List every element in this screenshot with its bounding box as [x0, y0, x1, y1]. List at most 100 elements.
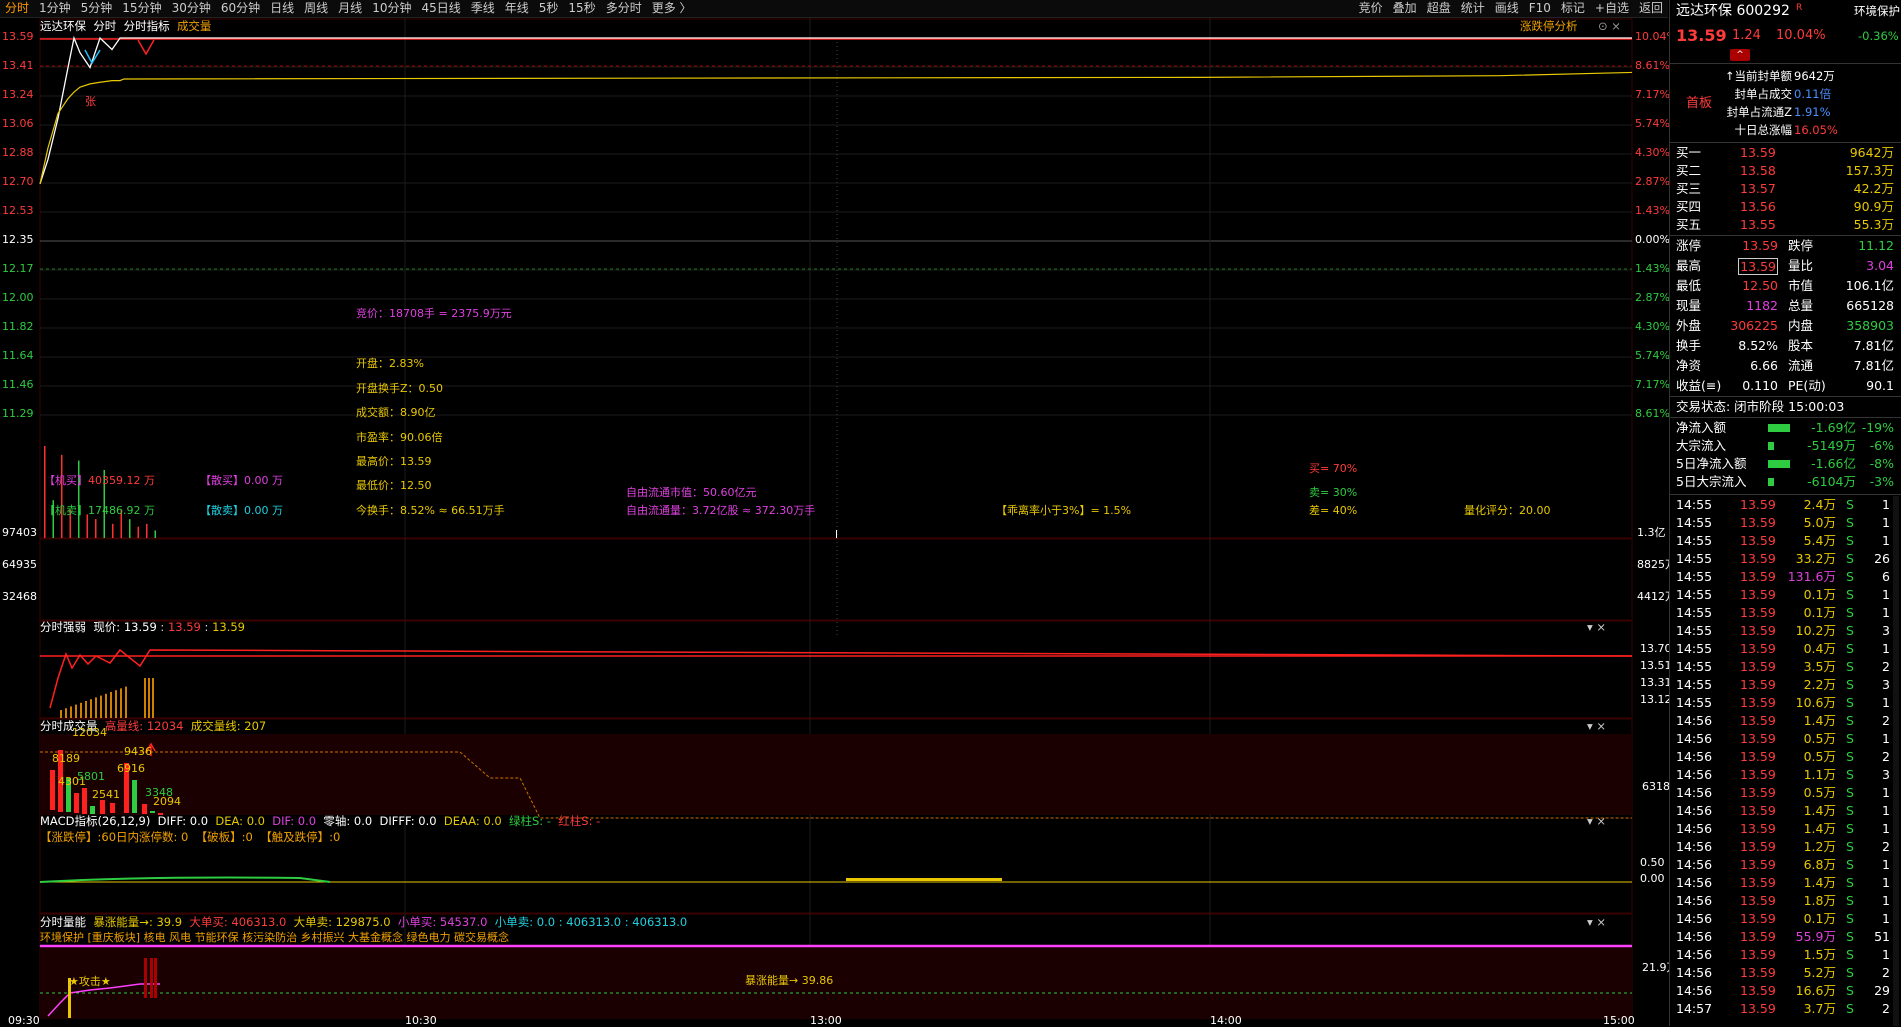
stat-row: 净资 6.66 流通 7.81亿 — [1676, 358, 1894, 373]
sector-name[interactable]: 环境保护 — [1854, 2, 1900, 20]
strength-bar — [60, 710, 62, 718]
volume-bar — [95, 519, 97, 538]
seal-row: 封单占成交 0.11倍 — [1734, 87, 1832, 101]
seal-row: 封单占流通Z 1.91% — [1726, 105, 1831, 119]
period-tab-15[interactable]: 多分时 — [601, 0, 647, 17]
panel-frame — [39, 18, 1633, 539]
panel-frame — [39, 620, 1633, 719]
stat-row: 现量 1182 总量 665128 — [1676, 298, 1894, 313]
volume-panel-bar — [158, 813, 163, 815]
tick-row: 14:56 13.59 1.5万 S 1 — [1676, 947, 1890, 962]
volume-bg — [40, 734, 1632, 814]
toolbar-action-8[interactable]: 返回 — [1634, 0, 1668, 17]
volume-bar — [44, 446, 46, 538]
volume-panel-bar — [110, 803, 115, 813]
bid-row[interactable]: 买四 13.56 90.9万 — [1670, 198, 1901, 216]
seal-row: ↑当前封单额 9642万 — [1724, 69, 1835, 83]
tick-scrollbar[interactable] — [1893, 496, 1899, 1026]
energy-marker — [68, 978, 71, 1018]
period-tab-4[interactable]: 30分钟 — [167, 0, 216, 17]
tick-row: 14:56 13.59 1.1万 S 3 — [1676, 767, 1890, 782]
volume-bar — [86, 514, 88, 538]
period-tab-6[interactable]: 日线 — [265, 0, 299, 17]
volume-panel-bar — [58, 750, 63, 812]
panel-frame — [39, 538, 1633, 621]
volume-panel-bar — [132, 780, 137, 813]
toolbar-right: 竞价 叠加 超盘 统计 画线 F10 标记 +自选 返回 — [1354, 0, 1668, 17]
period-tab-8[interactable]: 月线 — [333, 0, 367, 17]
strength-bar — [115, 690, 117, 718]
period-tab-5[interactable]: 60分钟 — [216, 0, 265, 17]
toolbar-action-6[interactable]: 标记 — [1556, 0, 1590, 17]
stat-row: 最高 13.59 量比 3.04 — [1676, 258, 1894, 275]
bid-row[interactable]: 买三 13.57 42.2万 — [1670, 180, 1901, 198]
flow-row: 5日净流入额 -1.66亿 -8% — [1676, 456, 1894, 471]
intraday-chart[interactable] — [0, 18, 1668, 1026]
strength-bar — [120, 688, 122, 718]
period-tab-3[interactable]: 15分钟 — [117, 0, 166, 17]
toolbar-action-3[interactable]: 统计 — [1456, 0, 1490, 17]
strength-bar — [95, 697, 97, 718]
volume-bar — [69, 509, 71, 538]
toolbar-action-4[interactable]: 画线 — [1490, 0, 1524, 17]
period-tab-14[interactable]: 15秒 — [563, 0, 600, 17]
price-line-segment — [137, 39, 155, 56]
tick-row: 14:56 13.59 1.8万 S 1 — [1676, 893, 1890, 908]
volume-bar — [120, 509, 122, 538]
tick-row: 14:55 13.59 10.2万 S 3 — [1676, 623, 1890, 638]
period-tab-12[interactable]: 年线 — [500, 0, 534, 17]
toolbar-action-1[interactable]: 叠加 — [1388, 0, 1422, 17]
seal-row: 十日总涨幅 16.05% — [1734, 123, 1838, 137]
flow-bar — [1768, 424, 1790, 432]
bid-row[interactable]: 买一 13.59 9642万 — [1670, 144, 1901, 162]
energy-bg — [40, 946, 1632, 1018]
period-tab-9[interactable]: 10分钟 — [367, 0, 416, 17]
period-tab-13[interactable]: 5秒 — [534, 0, 564, 17]
stat-row: 涨停 13.59 跌停 11.12 — [1676, 238, 1894, 253]
tick-row: 14:56 13.59 0.1万 S 1 — [1676, 911, 1890, 926]
tick-row: 14:56 13.59 0.5万 S 2 — [1676, 749, 1890, 764]
period-tab-0[interactable]: 分时 — [0, 0, 34, 17]
tick-row: 14:56 13.59 1.4万 S 1 — [1676, 821, 1890, 836]
toolbar-action-7[interactable]: +自选 — [1590, 0, 1634, 17]
period-tab-1[interactable]: 1分钟 — [34, 0, 76, 17]
flow-row: 净流入额 -1.69亿 -19% — [1676, 420, 1894, 435]
tick-row: 14:55 13.59 33.2万 S 26 — [1676, 551, 1890, 566]
collapse-toggle-icon[interactable]: ^ — [1730, 49, 1750, 61]
period-tab-11[interactable]: 季线 — [466, 0, 500, 17]
macd-line — [39, 876, 331, 883]
period-toolbar: 分时 1分钟 5分钟 15分钟 30分钟 60分钟 日线 周线 月线 10分钟 45日线 季线 年线 5秒… — [0, 0, 1668, 18]
price-line — [39, 35, 1632, 185]
toolbar-action-2[interactable]: 超盘 — [1422, 0, 1456, 17]
price-line-segment — [84, 49, 101, 65]
strength-bar — [80, 702, 82, 718]
volume-panel-bar — [74, 793, 79, 813]
tick-row: 14:55 13.59 131.6万 S 6 — [1676, 569, 1890, 584]
panel-frame — [39, 813, 1633, 914]
toolbar-action-0[interactable]: 竞价 — [1354, 0, 1388, 17]
period-tab-2[interactable]: 5分钟 — [76, 0, 118, 17]
toolbar-action-5[interactable]: F10 — [1524, 0, 1556, 17]
tick-row: 14:55 13.59 0.1万 S 1 — [1676, 587, 1890, 602]
period-tab-10[interactable]: 45日线 — [416, 0, 465, 17]
tick-row: 14:55 13.59 0.4万 S 1 — [1676, 641, 1890, 656]
bid-row[interactable]: 买二 13.58 157.3万 — [1670, 162, 1901, 180]
trade-status: 交易状态: 闭市阶段 15:00:03 — [1676, 399, 1845, 414]
quote-panel: 远达环保 600292 R 环境保护 13.59 1.24 10.04% -0.… — [1669, 0, 1901, 1026]
volume-bar — [146, 523, 148, 538]
tick-row: 14:56 13.59 1.4万 S 2 — [1676, 713, 1890, 728]
volume-bar — [112, 523, 114, 538]
tick-row: 14:55 13.59 0.1万 S 1 — [1676, 605, 1890, 620]
volume-bar — [154, 530, 156, 538]
strength-bar — [90, 699, 92, 718]
period-tab-7[interactable]: 周线 — [299, 0, 333, 17]
tick-row: 14:56 13.59 1.2万 S 2 — [1676, 839, 1890, 854]
energy-bar — [150, 958, 153, 998]
volume-bar — [52, 500, 54, 538]
strength-bar — [100, 695, 102, 718]
volume-bar — [103, 469, 105, 538]
bid-row[interactable]: 买五 13.55 55.3万 — [1670, 216, 1901, 234]
period-tab-16[interactable]: 更多 〉 — [647, 0, 697, 17]
macd-bar — [846, 878, 1002, 881]
tick-row: 14:55 13.59 2.4万 S 1 — [1676, 497, 1890, 512]
